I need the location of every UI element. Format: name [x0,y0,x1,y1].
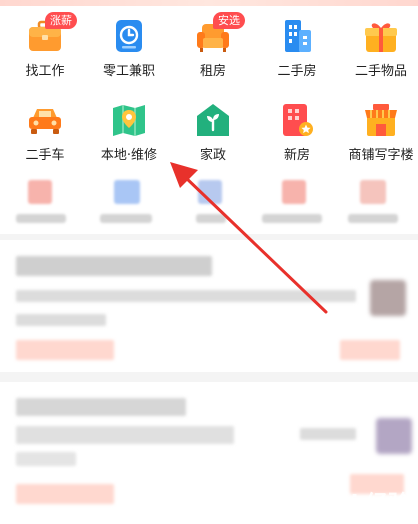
category-label: 二手房 [277,64,317,79]
category-label: 零工兼职 [102,64,155,79]
blurred-label [262,214,322,223]
category-second-hand-house[interactable]: 二手房 [255,18,339,88]
blurred-text [16,452,76,466]
category-find-job[interactable]: 涨薪 找工作 [3,12,87,88]
category-label: 二手车 [25,148,65,163]
category-new-house[interactable]: 新房 [255,102,339,172]
blurred-label [100,214,152,223]
blurred-tag [16,484,114,504]
blurred-thumbnail [370,280,406,316]
badge-salary-raise: 涨薪 [45,12,77,29]
blurred-icon [360,180,386,204]
blurred-shortcut-row [0,172,418,234]
badge-selected: 安选 [213,12,245,29]
blurred-title [16,398,186,416]
category-rent[interactable]: 安选 租房 [171,12,255,88]
blurred-title [16,256,212,276]
category-second-hand-goods[interactable]: 二手物品 [339,18,418,88]
category-local-repair[interactable]: 本地·维修 [87,102,171,172]
category-part-time[interactable]: 零工兼职 [87,18,171,88]
category-label: 商铺写字楼 [348,148,414,163]
category-label: 家政 [199,148,226,163]
gift-box-icon [365,23,397,52]
category-label: 新房 [283,148,310,163]
blurred-icon [114,180,140,204]
blurred-label [16,214,66,223]
blurred-thumbnail [376,418,412,454]
category-grid: 涨薪 找工作 零工兼职 安选 租房 二手房 二手物品 二手车 本地·维修 家政 … [0,6,418,172]
blurred-text [16,290,356,302]
watermark-url: jingyan.baidu.com [320,515,394,524]
blurred-label [348,214,398,223]
building-icon [285,20,311,52]
blurred-listing-card[interactable] [0,240,418,372]
blurred-price [340,340,400,360]
blurred-text [16,314,106,326]
category-label: 本地·维修 [100,148,158,163]
blurred-text [16,426,234,444]
watermark-logo: Bai 经验 [319,492,410,517]
new-house-icon [283,104,313,136]
blurred-icon [282,180,306,204]
clock-icon [116,20,142,52]
map-pin-icon [113,105,145,136]
category-label: 租房 [199,64,226,79]
car-icon [29,109,61,134]
blurred-label [196,214,226,223]
blurred-text [300,428,356,440]
blurred-tag [16,340,114,360]
house-sprout-icon [197,104,229,136]
category-shop-office[interactable]: 商铺写字楼 [339,102,418,172]
category-label: 二手物品 [354,64,407,79]
category-housekeeping[interactable]: 家政 [171,102,255,172]
category-label: 找工作 [25,64,65,79]
blurred-listing-card[interactable]: Bai 经验 jingyan.baidu.com [0,382,418,524]
shop-icon [365,104,397,136]
category-used-car[interactable]: 二手车 [3,102,87,172]
blurred-icon [198,180,222,204]
blurred-icon [28,180,52,204]
